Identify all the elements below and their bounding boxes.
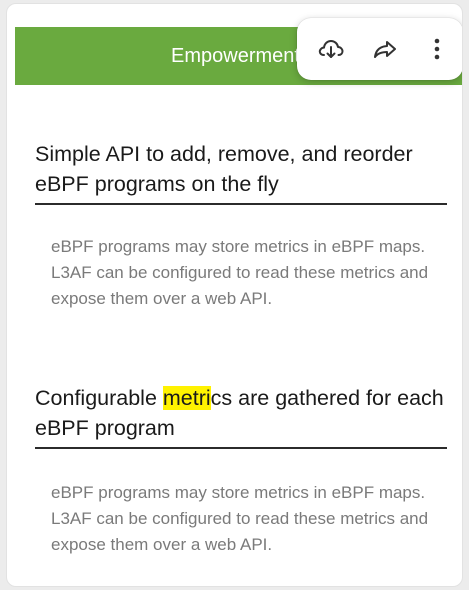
content-card: Empowerment Simple API to add, remove, a… — [6, 3, 463, 587]
more-vertical-icon — [434, 38, 440, 60]
share-icon — [374, 41, 396, 58]
share-button[interactable] — [367, 31, 403, 67]
search-highlight: metri — [162, 386, 211, 410]
section-heading-text: Simple API to add, remove, and reorder e… — [35, 142, 413, 196]
more-options-button[interactable] — [419, 31, 455, 67]
section-heading-text: Configurable — [35, 386, 163, 410]
section-description: eBPF programs may store metrics in eBPF … — [51, 483, 429, 554]
floating-toolbar — [297, 18, 462, 80]
section-description: eBPF programs may store metrics in eBPF … — [51, 237, 429, 308]
section-heading: Simple API to add, remove, and reorder e… — [35, 139, 447, 205]
banner-title: Empowerment — [171, 45, 300, 67]
section-heading: Configurable metrics are gathered for ea… — [35, 383, 447, 449]
download-icon — [318, 40, 344, 58]
download-button[interactable] — [313, 31, 349, 67]
